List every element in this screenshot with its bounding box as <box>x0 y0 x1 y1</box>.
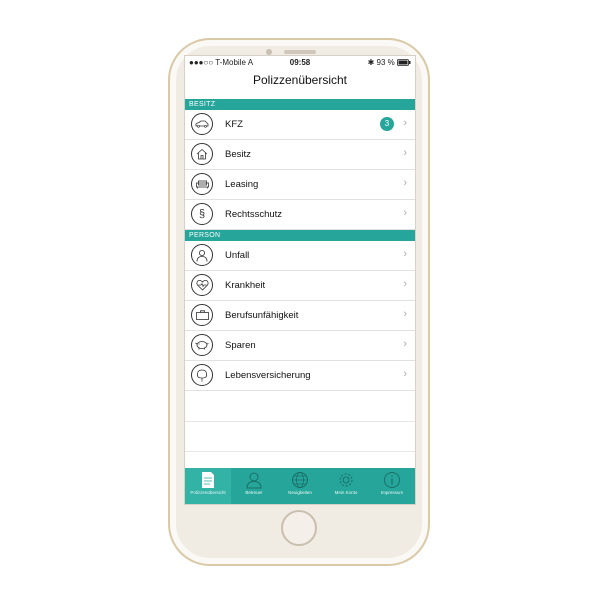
chevron-right-icon: › <box>403 207 407 219</box>
tab-betreuer[interactable]: Betreuer <box>231 468 277 504</box>
chevron-right-icon: › <box>403 368 407 380</box>
list-item-sparen[interactable]: Sparen › <box>185 331 415 361</box>
person-icon <box>191 244 213 266</box>
list-item-label: Rechtsschutz <box>225 209 283 220</box>
battery-status: ✱ 93 % <box>368 58 411 67</box>
list-item-label: Sparen <box>225 340 256 351</box>
chevron-right-icon: › <box>403 338 407 350</box>
list-item-rechtsschutz[interactable]: § Rechtsschutz › <box>185 200 415 230</box>
briefcase-icon <box>191 304 213 326</box>
list-item-label: Besitz <box>225 149 251 160</box>
section-header-person: PERSON <box>185 230 415 241</box>
page-title: Polizzenübersicht <box>252 73 348 87</box>
section-header-besitz: BESITZ <box>185 99 415 110</box>
chevron-right-icon: › <box>403 308 407 320</box>
table-separator <box>185 421 415 422</box>
chevron-right-icon: › <box>403 248 407 260</box>
list-item-kfz[interactable]: KFZ 3 › <box>185 110 415 140</box>
tab-mein-konto[interactable]: Mein Konto <box>323 468 369 504</box>
tab-impressum[interactable]: Impressum <box>369 468 415 504</box>
bluetooth-icon: ✱ <box>367 58 375 67</box>
chevron-right-icon: › <box>403 177 407 189</box>
home-button[interactable] <box>281 510 317 546</box>
tab-label: Mein Konto <box>334 490 358 495</box>
list-item-label: Lebensversicherung <box>225 370 311 381</box>
list-item-label: Unfall <box>225 250 250 261</box>
tab-neuigkeiten[interactable]: Neuigkeiten <box>277 468 323 504</box>
chevron-right-icon: › <box>403 117 407 129</box>
list-item-krankheit[interactable]: Krankheit › <box>185 271 415 301</box>
document-icon <box>202 472 214 488</box>
chevron-right-icon: › <box>403 278 407 290</box>
tab-label: Betreuer <box>245 490 263 495</box>
table-separator <box>185 451 415 452</box>
tab-bar: Polizzenübersicht Betreuer Neuigkeiten M… <box>185 468 415 504</box>
status-bar: ●●●○○ T-Mobile A 09:58 ✱ 93 % <box>185 56 415 70</box>
list-item-label: KFZ <box>225 119 243 130</box>
heart-pulse-icon <box>191 274 213 296</box>
list-item-leasing[interactable]: Leasing › <box>185 170 415 200</box>
list-item-label: Berufsunfähigkeit <box>225 310 299 321</box>
car-icon <box>191 113 213 135</box>
list-item-berufsunfaehigkeit[interactable]: Berufsunfähigkeit › <box>185 301 415 331</box>
list-item-lebensversicherung[interactable]: Lebensversicherung › <box>185 361 415 391</box>
battery-icon <box>397 59 411 66</box>
tab-label: Polizzenübersicht <box>190 490 226 495</box>
tab-polizzenuebersicht[interactable]: Polizzenübersicht <box>185 468 231 504</box>
paragraph-icon: § <box>191 203 213 225</box>
info-icon <box>384 472 400 488</box>
sofa-icon <box>191 173 213 195</box>
list-item-besitz[interactable]: Besitz › <box>185 140 415 170</box>
globe-icon <box>292 472 308 488</box>
chevron-right-icon: › <box>403 147 407 159</box>
tab-label: Neuigkeiten <box>288 490 312 495</box>
list-item-label: Leasing <box>225 179 259 190</box>
phone-screen: ●●●○○ T-Mobile A 09:58 ✱ 93 % Polizzenüb… <box>184 55 416 505</box>
earpiece-speaker <box>284 50 316 54</box>
piggy-bank-icon <box>191 334 213 356</box>
house-icon <box>191 143 213 165</box>
user-icon <box>246 472 262 489</box>
battery-percent: 93 % <box>376 58 395 67</box>
tab-label: Impressum <box>380 490 404 495</box>
tree-icon <box>191 364 213 386</box>
gear-icon <box>339 473 353 487</box>
list-item-unfall[interactable]: Unfall › <box>185 241 415 271</box>
list-item-label: Krankheit <box>225 280 266 291</box>
count-badge: 3 <box>380 117 394 131</box>
